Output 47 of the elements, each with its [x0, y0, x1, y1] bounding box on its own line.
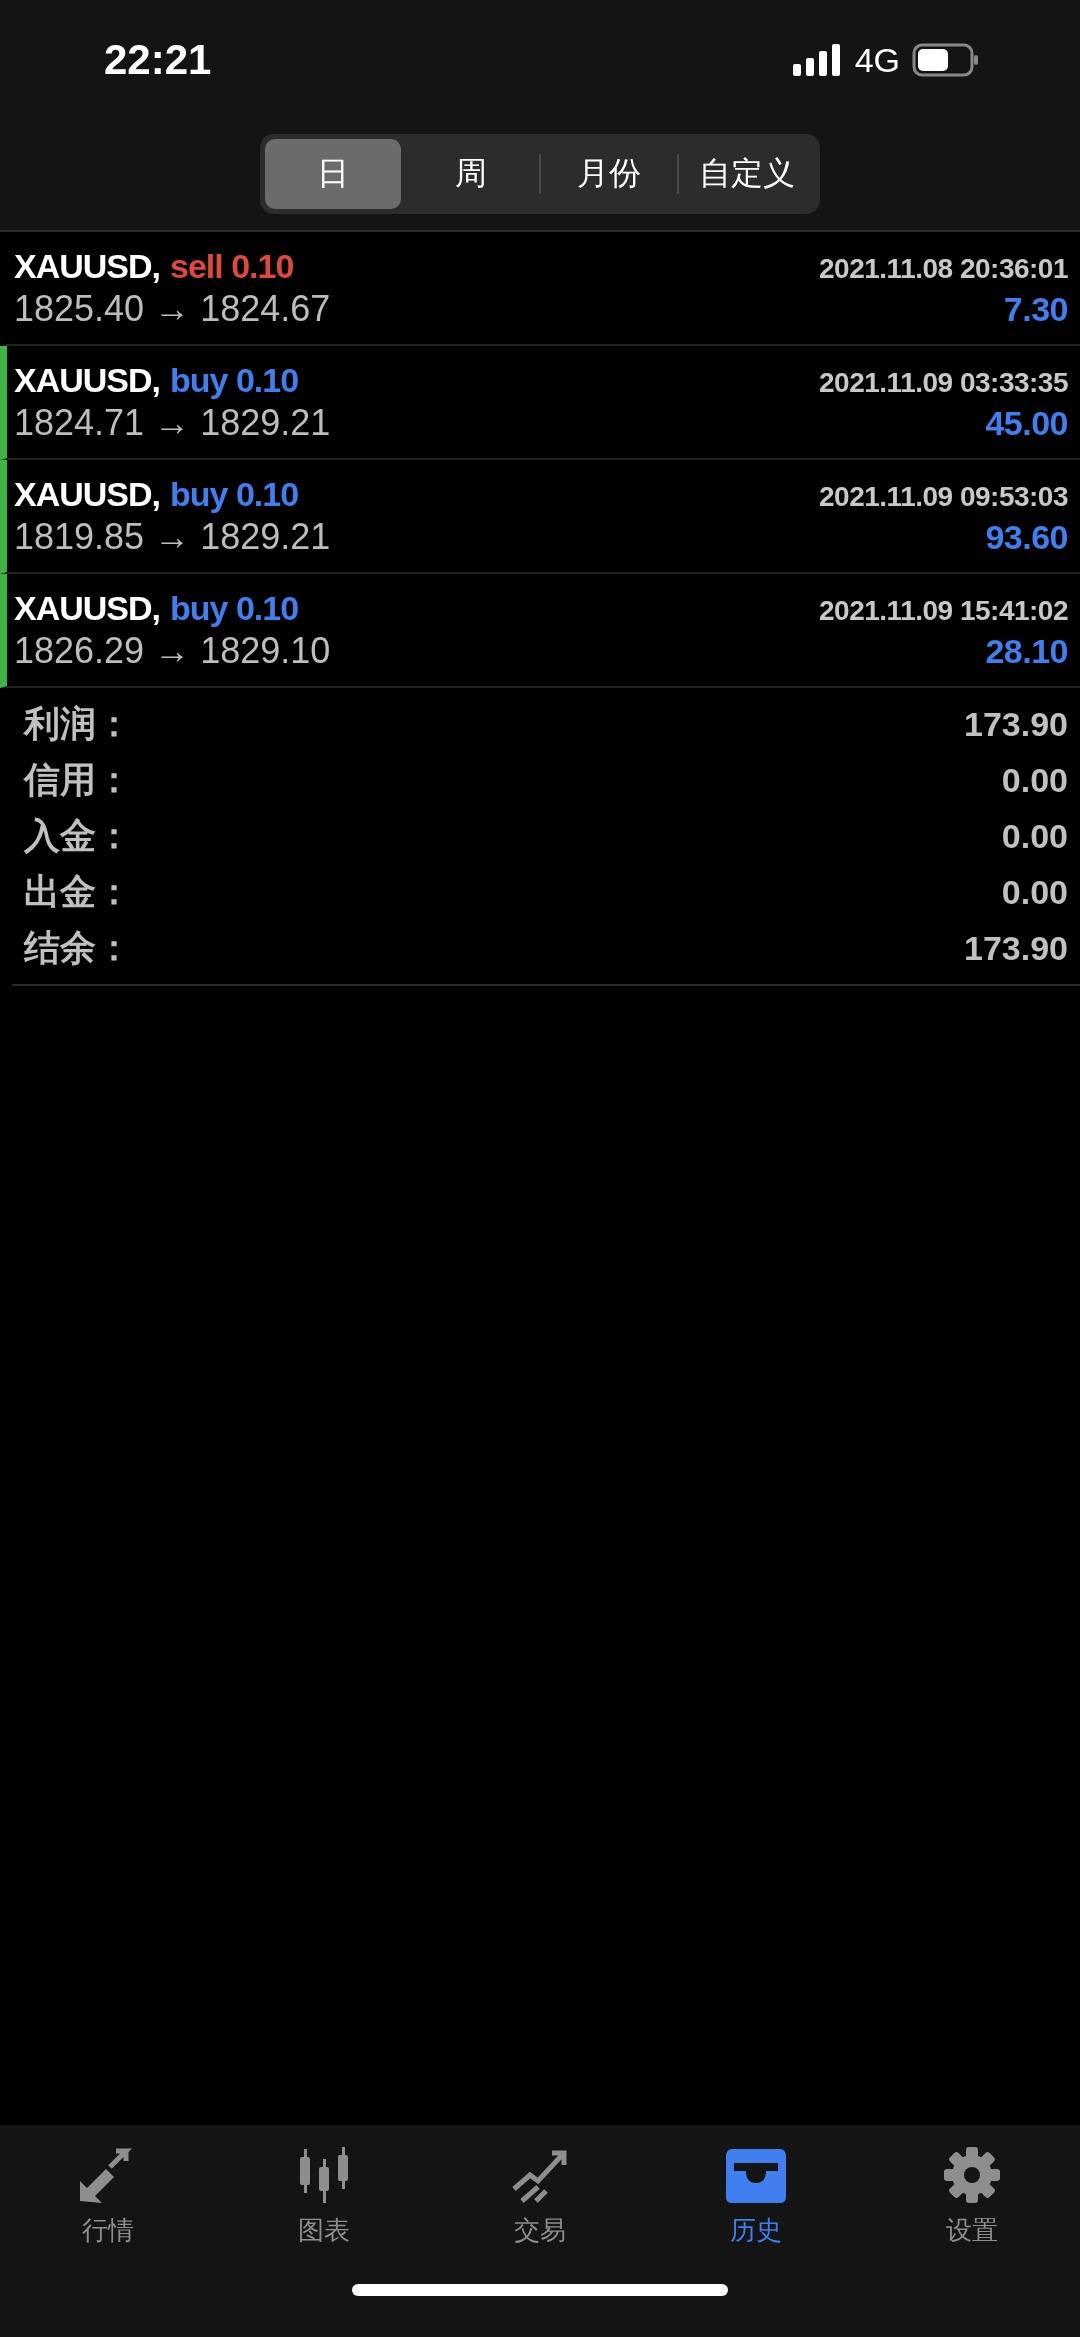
deal-time: 2021.11.09 03:33:35	[819, 366, 1068, 399]
order-label: buy 0.10	[170, 474, 299, 514]
profit-value: 28.10	[985, 631, 1068, 671]
battery-icon	[912, 43, 980, 77]
order-label: sell 0.10	[170, 246, 294, 286]
signal-icon	[792, 44, 843, 76]
summary-label: 结余：	[24, 925, 132, 970]
price-range: 1826.29 → 1829.10	[14, 629, 331, 672]
summary-value: 173.90	[964, 704, 1068, 744]
order-label: buy 0.10	[170, 588, 299, 628]
status-time: 22:21	[104, 36, 212, 84]
tab-bar-item[interactable]: 历史	[648, 2145, 864, 2248]
deal-time: 2021.11.09 09:53:03	[819, 480, 1068, 513]
price-range: 1825.40 → 1824.67	[14, 287, 331, 330]
symbol-label: XAUUSD,	[14, 588, 161, 628]
order-label: buy 0.10	[170, 360, 299, 400]
profit-value: 93.60	[985, 517, 1068, 557]
summary-label: 利润：	[24, 701, 132, 746]
summary-label: 信用：	[24, 757, 132, 802]
price-range: 1824.71 → 1829.21	[14, 401, 331, 444]
symbol-label: XAUUSD,	[14, 246, 161, 286]
deal-time: 2021.11.08 20:36:01	[819, 252, 1068, 285]
period-tab[interactable]: 周	[403, 139, 539, 209]
tab-bar-item[interactable]: 行情	[0, 2145, 216, 2248]
price-range: 1819.85 → 1829.21	[14, 515, 331, 558]
profit-value: 45.00	[985, 403, 1068, 443]
profit-value: 7.30	[1003, 289, 1068, 329]
summary-value: 0.00	[1001, 760, 1068, 800]
summary-value: 0.00	[1001, 816, 1068, 856]
period-tab[interactable]: 自定义	[679, 139, 815, 209]
summary-value: 0.00	[1001, 872, 1068, 912]
symbol-label: XAUUSD,	[14, 360, 161, 400]
deal-row[interactable]: XAUUSD, buy 0.10 2021.11.09 03:33:35 1824.71 → 1829.21 45.00	[0, 346, 1080, 460]
deal-row[interactable]: XAUUSD, sell 0.10 2021.11.08 20:36:01 1825.40 → 1824.67 7.30	[0, 232, 1080, 346]
summary-label: 入金：	[24, 813, 132, 858]
deal-time: 2021.11.09 15:41:02	[819, 594, 1068, 627]
summary-value: 173.90	[964, 928, 1068, 968]
tab-bar-item[interactable]: 交易	[432, 2145, 648, 2248]
period-tab[interactable]: 日	[265, 139, 401, 209]
symbol-label: XAUUSD,	[14, 474, 161, 514]
deal-row[interactable]: XAUUSD, buy 0.10 2021.11.09 15:41:02 1826.29 → 1829.10 28.10	[0, 574, 1080, 688]
network-label: 4G	[854, 40, 900, 80]
summary-label: 出金：	[24, 869, 132, 914]
period-tab[interactable]: 月份	[541, 139, 677, 209]
tab-bar-item[interactable]: 图表	[216, 2145, 432, 2248]
deal-row[interactable]: XAUUSD, buy 0.10 2021.11.09 09:53:03 1819.85 → 1829.21 93.60	[0, 460, 1080, 574]
tab-bar-item[interactable]: 设置	[864, 2145, 1080, 2248]
